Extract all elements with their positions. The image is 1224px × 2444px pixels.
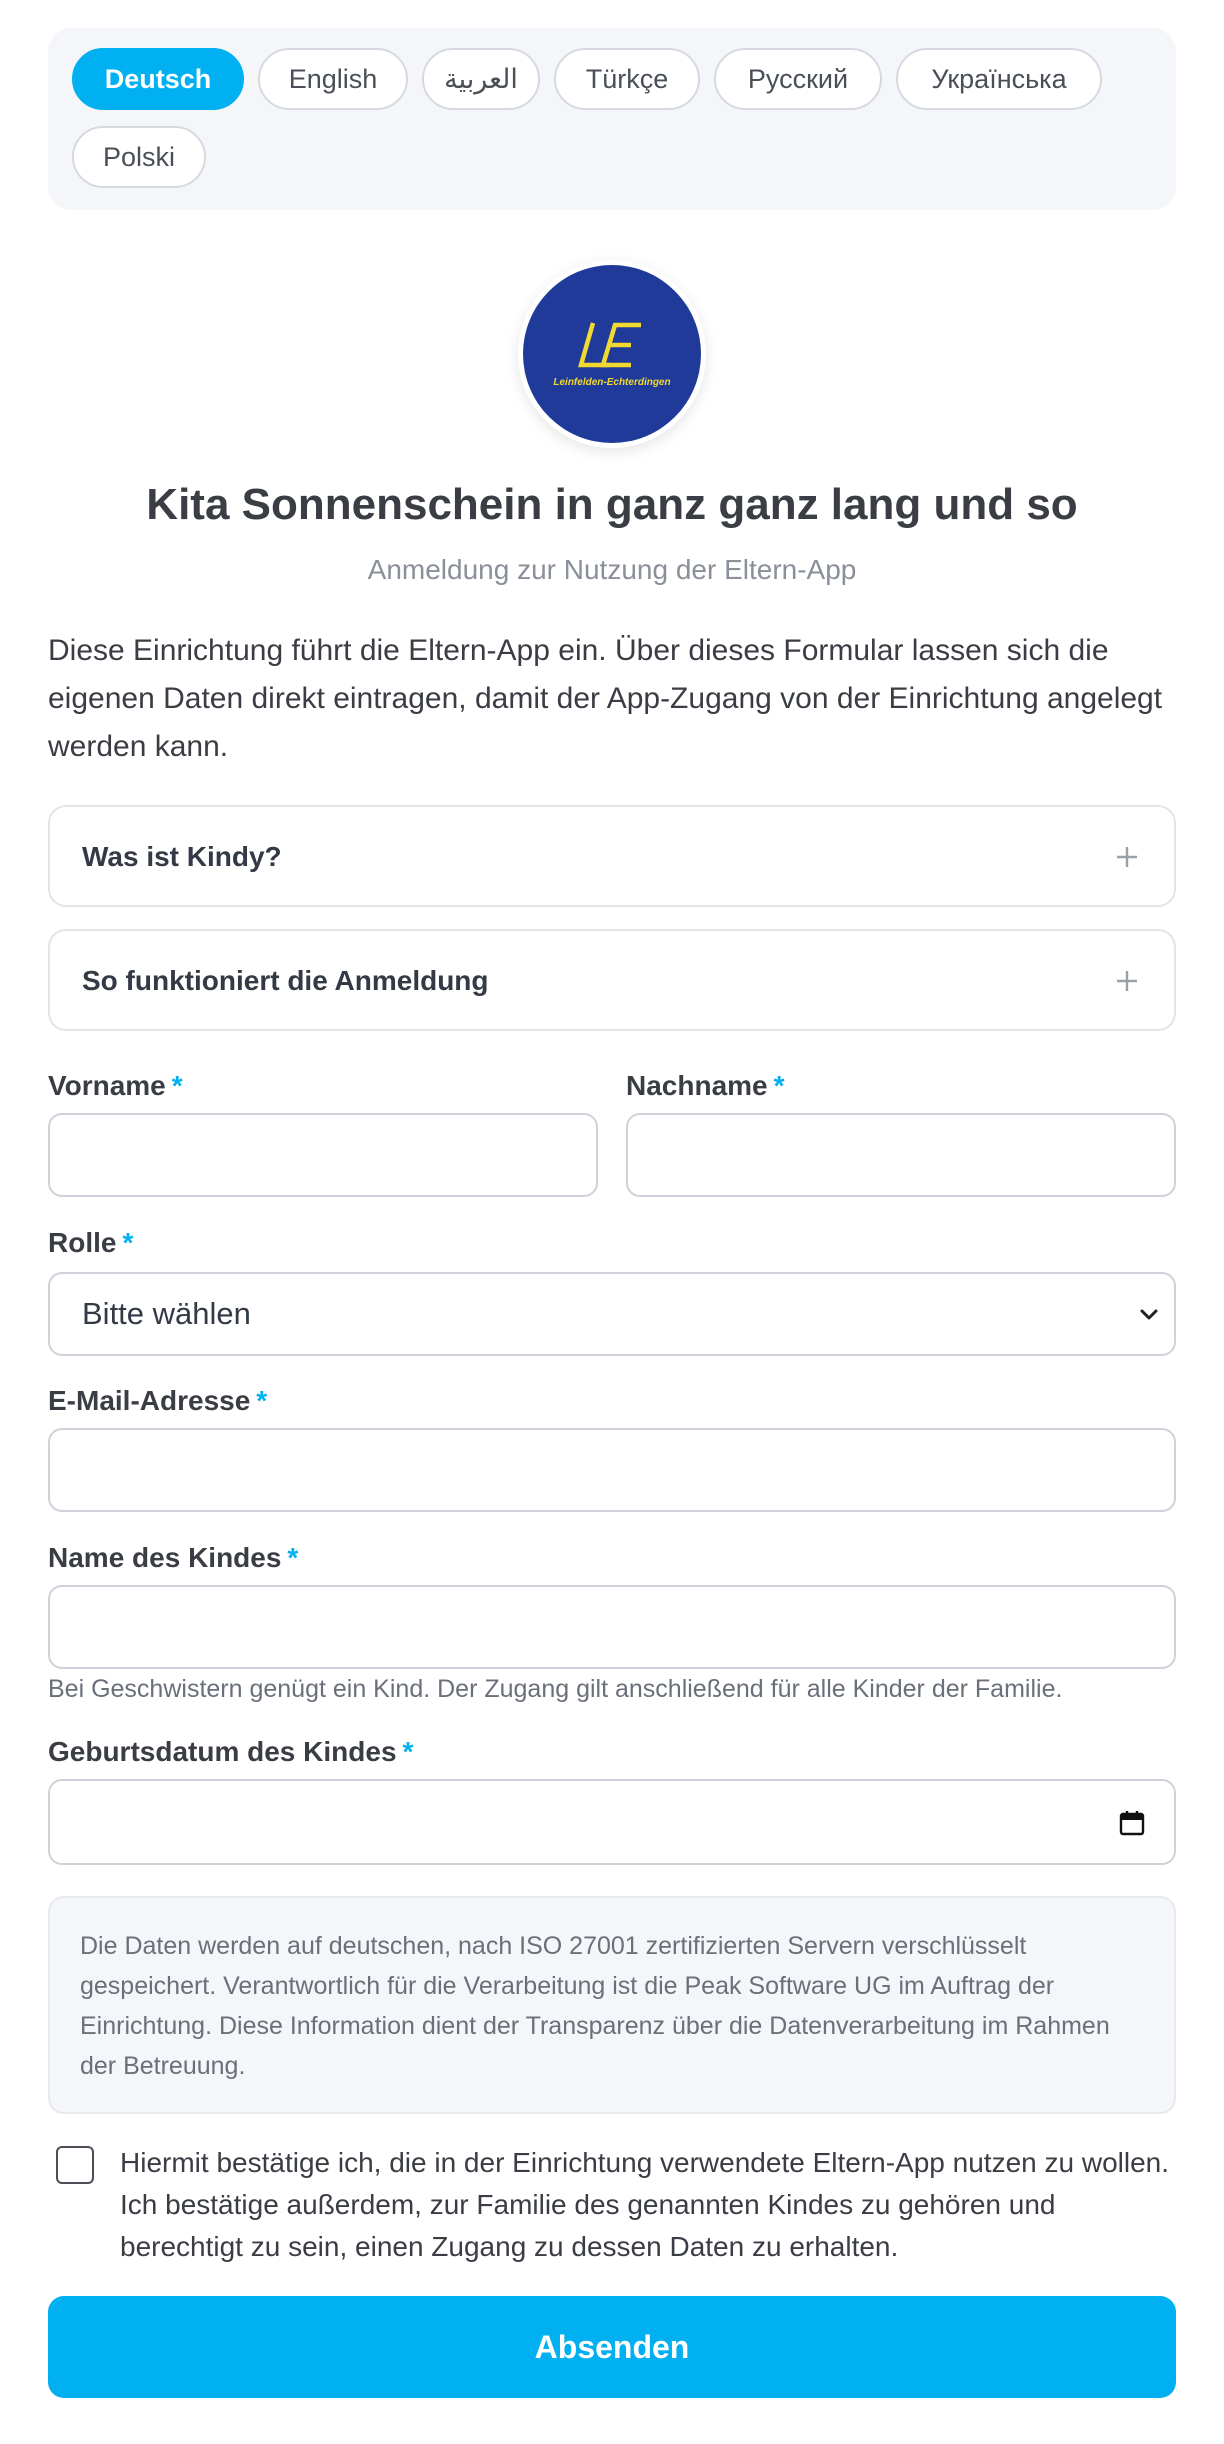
required-marker: * — [402, 1736, 414, 1767]
first-name-label: Vorname * — [48, 1070, 183, 1101]
language-pill-en[interactable]: English — [258, 48, 408, 110]
language-pill-ru[interactable]: Русский — [714, 48, 882, 110]
last-name-input[interactable] — [626, 1113, 1176, 1197]
role-selected-value: Bitte wählen — [82, 1296, 251, 1331]
page-subtitle: Anmeldung zur Nutzung der Eltern-App — [367, 554, 857, 585]
plus-icon — [1112, 961, 1142, 1001]
required-marker: * — [256, 1385, 268, 1416]
child-birthdate-label: Geburtsdatum des Kindes * — [48, 1736, 414, 1767]
child-name-input[interactable] — [48, 1585, 1176, 1669]
required-marker: * — [171, 1070, 183, 1101]
last-name-label: Nachname * — [626, 1070, 785, 1101]
accordion-title: So funktioniert die Anmeldung — [82, 965, 489, 996]
intro-text: Diese Einrichtung führt die Eltern-App e… — [48, 634, 1163, 763]
organization-logo: Leinfelden-Echterdingen — [523, 265, 701, 443]
required-marker: * — [122, 1227, 134, 1258]
child-birthdate-input[interactable] — [48, 1779, 1176, 1865]
privacy-notice: Die Daten werden auf deutschen, nach ISO… — [48, 1896, 1176, 2114]
submit-button[interactable]: Absenden — [48, 2296, 1176, 2398]
accordion-title: Was ist Kindy? — [82, 841, 282, 872]
consent-checkbox[interactable] — [56, 2146, 94, 2184]
required-marker: * — [287, 1542, 299, 1573]
first-name-input[interactable] — [48, 1113, 598, 1197]
language-pill-uk[interactable]: Українська — [896, 48, 1102, 110]
language-pill-de[interactable]: Deutsch — [72, 48, 244, 110]
child-name-hint: Bei Geschwistern genügt ein Kind. Der Zu… — [48, 1675, 1063, 1703]
child-name-label: Name des Kindes * — [48, 1542, 299, 1573]
role-select[interactable]: Bitte wählen — [48, 1272, 1176, 1356]
page-title: Kita Sonnenschein in ganz ganz lang und … — [146, 480, 1078, 529]
language-pill-ar[interactable]: العربية — [422, 48, 540, 110]
language-selector: Deutsch English العربية Türkçe Русский У… — [48, 28, 1176, 210]
chevron-down-icon — [1134, 1300, 1164, 1335]
email-label: E-Mail-Adresse * — [48, 1385, 268, 1416]
logo-caption: Leinfelden-Echterdingen — [553, 377, 670, 388]
accordion-what-is-kindy[interactable]: Was ist Kindy? — [48, 805, 1176, 907]
organization-logo-graphic: Leinfelden-Echterdingen — [553, 322, 671, 388]
accordion-how-registration-works[interactable]: So funktioniert die Anmeldung — [48, 929, 1176, 1031]
role-label: Rolle * — [48, 1227, 134, 1258]
language-pill-tr[interactable]: Türkçe — [554, 48, 700, 110]
calendar-icon[interactable] — [1118, 1809, 1146, 1845]
required-marker: * — [773, 1070, 785, 1101]
language-pill-pl[interactable]: Polski — [72, 126, 206, 188]
consent-text: Hiermit bestätige ich, die in der Einric… — [120, 2147, 1170, 2262]
plus-icon — [1112, 837, 1142, 877]
email-input[interactable] — [48, 1428, 1176, 1512]
